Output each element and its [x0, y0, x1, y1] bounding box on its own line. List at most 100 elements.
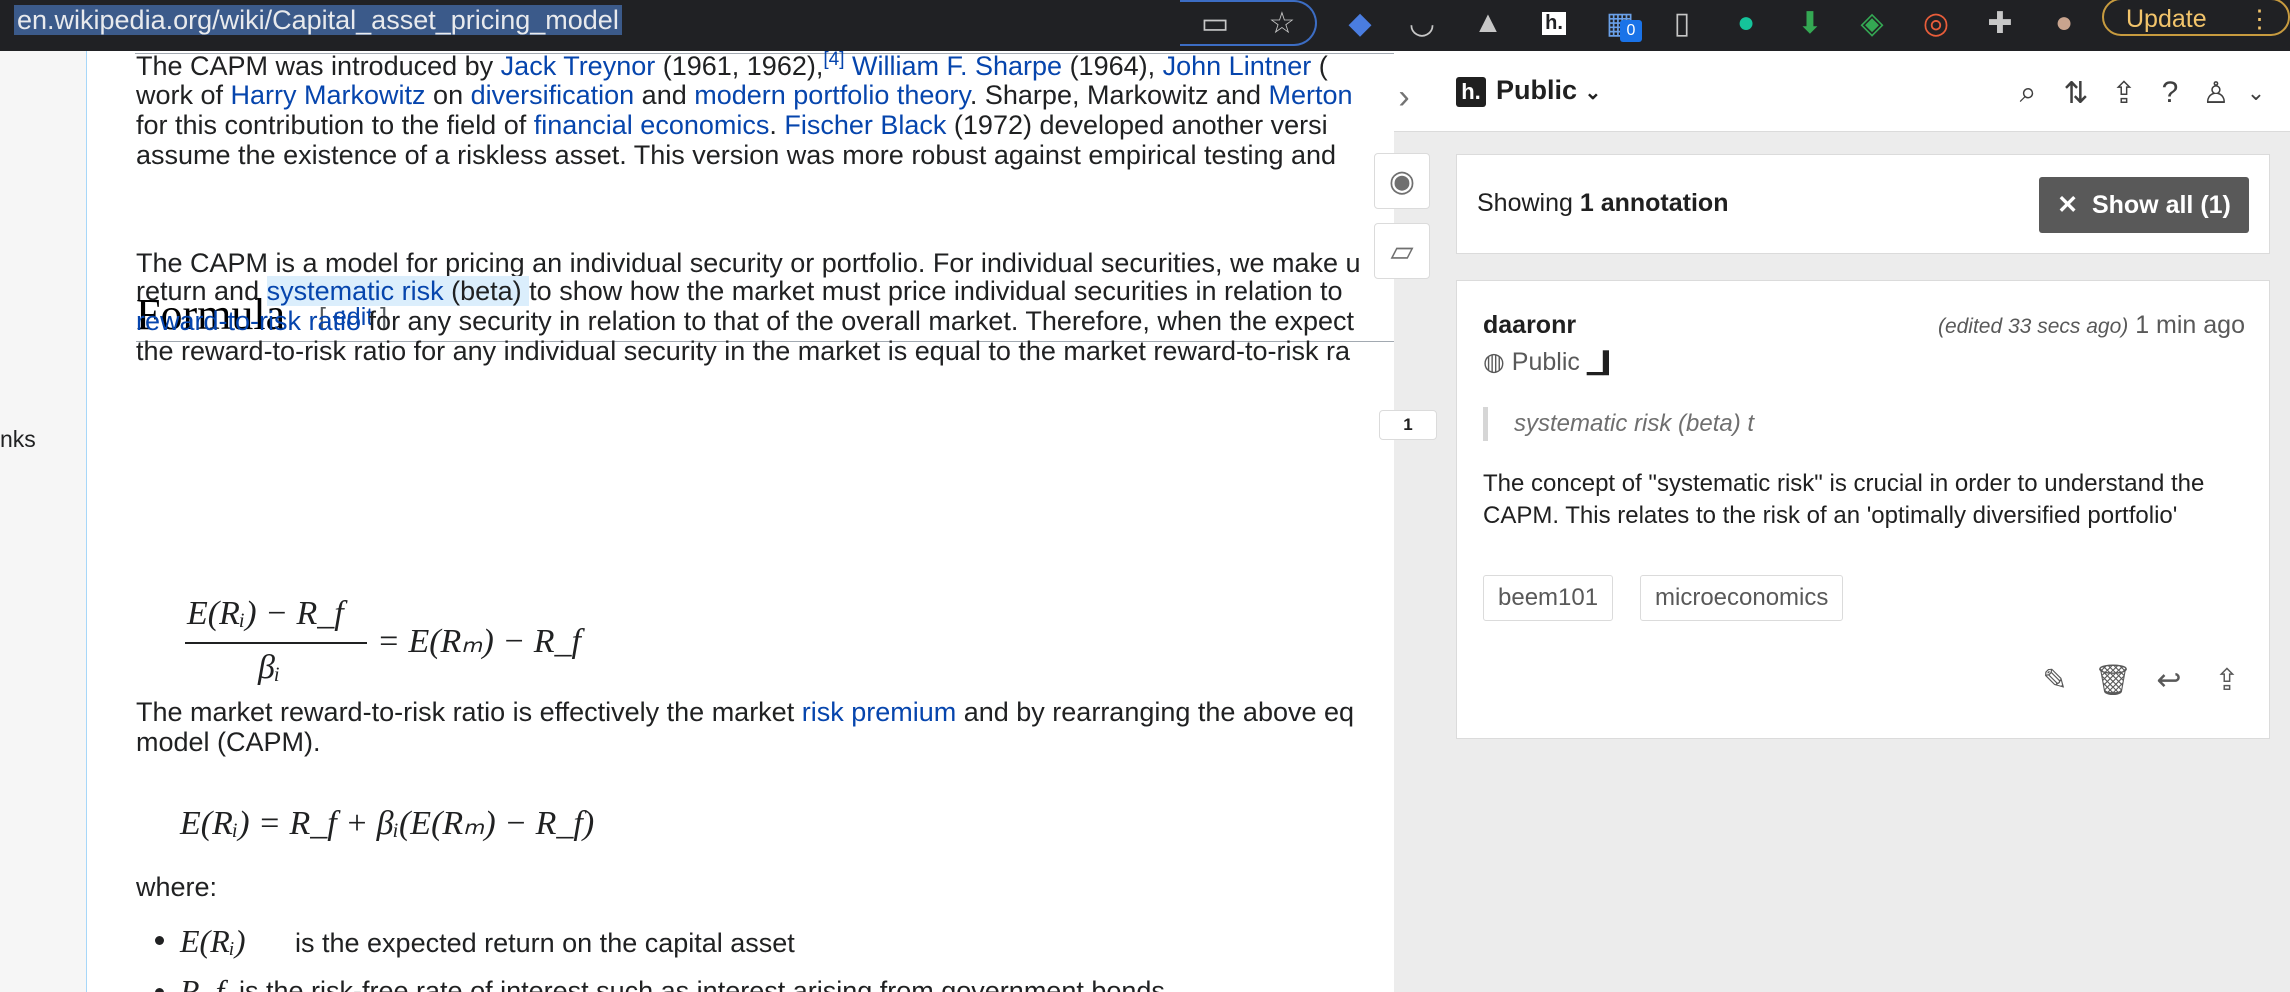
text-run: (beta) — [443, 276, 530, 306]
paragraph-line: return and systematic risk (beta) to sho… — [136, 275, 1343, 307]
annotation-user[interactable]: daaronr — [1483, 311, 1576, 340]
wiki-link[interactable]: Jack Treynor — [501, 51, 656, 81]
hypothesis-sidebar: › h. Public ⌄ ⌕ ⇅ ⇪ ? ♙ ⌄ Showing 1 anno… — [1394, 51, 2290, 992]
reader-icon[interactable]: ▯ — [1662, 3, 1702, 43]
wiki-link[interactable]: diversification — [471, 80, 635, 110]
wiki-link[interactable]: financial economics — [534, 110, 770, 140]
bullet — [155, 936, 164, 945]
text-run: return and — [136, 276, 267, 306]
update-button[interactable]: Update ⋮ — [2102, 0, 2290, 36]
annotation-card[interactable]: daaronr (edited 33 secs ago) 1 min ago ◍… — [1456, 280, 2270, 739]
fraction-bar — [185, 642, 367, 644]
bullet-2-text: is the risk-free rate of interest such a… — [239, 976, 1165, 992]
chevron-right-icon[interactable]: › — [1374, 67, 1434, 127]
annotation-timestamp[interactable]: (edited 33 secs ago) 1 min ago — [1938, 311, 2245, 340]
bullet-2-symbol: R_f — [180, 973, 225, 992]
wiki-link[interactable]: John Lintner — [1163, 51, 1312, 81]
browser-toolbar: en.wikipedia.org/wiki/Capital_asset_pric… — [0, 0, 2290, 51]
bucket-count[interactable]: 1 — [1379, 410, 1437, 440]
text-run: (1972) developed another versi — [946, 110, 1328, 140]
citation-link[interactable]: [4] — [823, 51, 844, 70]
paragraph-line: reward-to-risk ratio for any security in… — [136, 305, 1354, 337]
text-run: and — [634, 80, 695, 110]
chevron-down-icon: ⌄ — [1584, 82, 1602, 104]
edit-icon[interactable]: ✎ — [2033, 658, 2077, 702]
paragraph-line: assume the existence of a riskless asset… — [136, 139, 1336, 171]
hypothesis-extension-icon[interactable]: h. — [1534, 3, 1574, 43]
annotation-visibility: ◍ Public ▁▍ — [1483, 348, 1620, 376]
download-icon[interactable]: ⬇ — [1790, 3, 1830, 43]
selection-bar: Showing 1 annotation ✕ Show all (1) — [1456, 154, 2270, 254]
sort-icon[interactable]: ⇅ — [2054, 71, 2098, 115]
wiki-link[interactable]: Merton — [1269, 80, 1353, 110]
text-run: (1964), — [1062, 51, 1163, 81]
address-bar[interactable]: en.wikipedia.org/wiki/Capital_asset_pric… — [14, 5, 622, 35]
text-run — [844, 51, 852, 81]
puzzle-icon[interactable]: ✚ — [1980, 3, 2020, 43]
wiki-link[interactable]: William F. Sharpe — [852, 51, 1062, 81]
wiki-link[interactable]: Fischer Black — [784, 110, 946, 140]
extension-badge: 0 — [1620, 20, 1642, 42]
cast-icon[interactable]: ▭ — [1195, 3, 1235, 43]
annotation-quote: systematic risk (beta) t — [1483, 407, 1754, 441]
group-selector[interactable]: Public ⌄ — [1496, 75, 1601, 106]
tag[interactable]: microeconomics — [1640, 575, 1844, 621]
pocket-icon[interactable]: ◡ — [1402, 3, 1442, 43]
wiki-link[interactable]: Harry Markowitz — [231, 80, 426, 110]
paragraph-line: The CAPM was introduced by Jack Treynor … — [136, 51, 1328, 82]
tag[interactable]: beem101 — [1483, 575, 1614, 621]
share-icon[interactable]: ⇪ — [2205, 658, 2249, 702]
text-run: (1961, 1962), — [655, 51, 824, 81]
reply-icon[interactable]: ↩ — [2147, 658, 2191, 702]
drive-icon[interactable]: ▲ — [1468, 3, 1508, 43]
chevron-down-icon[interactable]: ⌄ — [2234, 71, 2278, 115]
paragraph-line: work of Harry Markowitz on diversificati… — [136, 79, 1353, 111]
bullet — [155, 988, 164, 992]
wiki-sidebar: nks — [0, 51, 87, 992]
help-icon[interactable]: ? — [2148, 71, 2192, 115]
extension-icon[interactable]: ◆ — [1340, 3, 1380, 43]
text-run: the reward-to-risk ratio for any individ… — [136, 336, 1350, 366]
show-all-button[interactable]: ✕ Show all (1) — [2039, 177, 2249, 233]
flag-icon[interactable]: ▁▍ — [1587, 352, 1619, 375]
text-run: . Sharpe, Markowitz and — [969, 80, 1269, 110]
wiki-link[interactable]: systematic risk — [266, 276, 444, 306]
text-run: ( — [1311, 51, 1328, 81]
trash-icon[interactable]: 🗑 — [2091, 658, 2135, 702]
sidebar-link-fragment[interactable]: nks — [0, 426, 36, 453]
search-icon[interactable]: ⌕ — [2006, 71, 2050, 115]
text-run: . — [769, 110, 785, 140]
wiki-link[interactable]: risk premium — [802, 697, 957, 727]
bullet-1-text: is the expected return on the capital as… — [295, 928, 795, 958]
text-run: for this contribution to the field of — [136, 110, 534, 140]
more-icon: ⋮ — [2247, 5, 2272, 33]
paragraph-line: the reward-to-risk ratio for any individ… — [136, 335, 1350, 367]
equation-1-rhs: = E(Rₘ) − R_f — [377, 623, 581, 660]
user-icon[interactable]: ♙ — [2194, 71, 2238, 115]
paragraph-line: The market reward-to-risk ratio is effec… — [136, 696, 1354, 728]
bookmark-star-icon[interactable]: ☆ — [1262, 3, 1302, 43]
paragraph-line: model (CAPM). — [136, 726, 321, 758]
text-run: assume the existence of a riskless asset… — [136, 140, 1337, 170]
avatar[interactable]: ● — [2044, 3, 2084, 43]
wiki-link[interactable]: reward-to-risk ratio — [136, 306, 361, 336]
close-icon: ✕ — [2057, 191, 2079, 219]
paragraph-line: for this contribution to the field of fi… — [136, 109, 1328, 141]
note-icon[interactable]: ▱ — [1374, 223, 1430, 279]
color-ring-icon[interactable]: ◎ — [1916, 3, 1956, 43]
share-icon[interactable]: ⇪ — [2102, 71, 2146, 115]
globe-icon: ◍ — [1483, 348, 1505, 376]
eye-icon[interactable]: ◉ — [1374, 153, 1430, 209]
showing-label: Showing 1 annotation — [1477, 189, 1729, 217]
text-run: to show how the market must price indivi… — [529, 276, 1343, 306]
equation-2: E(Rᵢ) = R_f + βᵢ(E(Rₘ) − R_f) — [180, 805, 595, 842]
text-run: The CAPM is a model for pricing an indiv… — [136, 248, 1361, 278]
text-run: for any security in relation to that of … — [361, 306, 1355, 336]
sidebar-header: › h. Public ⌄ ⌕ ⇅ ⇪ ? ♙ ⌄ — [1394, 51, 2290, 132]
text-run: on — [425, 80, 471, 110]
tag-extension-icon[interactable]: ◈ — [1852, 3, 1892, 43]
wiki-link[interactable]: modern portfolio theory — [694, 80, 970, 110]
grammarly-icon[interactable]: ● — [1726, 3, 1766, 43]
text-run: model (CAPM). — [136, 727, 321, 757]
text-run: The CAPM was introduced by — [136, 51, 501, 81]
